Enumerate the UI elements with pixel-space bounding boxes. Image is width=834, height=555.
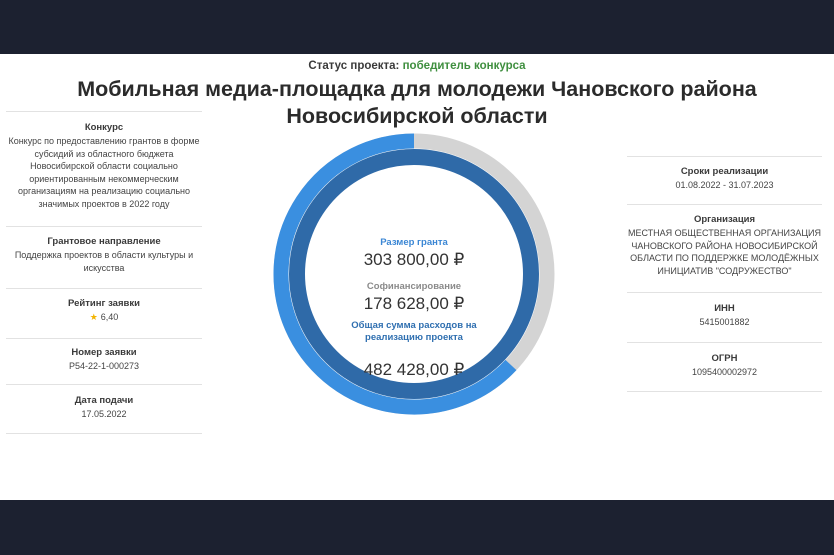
status-label: Статус проекта:: [308, 60, 400, 72]
info-rating: Рейтинг заявки ★ 6,40: [6, 288, 202, 338]
project-status: Статус проекта: победитель конкурса: [0, 60, 834, 72]
info-value: Конкурс по предоставлению грантов в форм…: [8, 136, 200, 209]
cofinancing-label: Софинансирование: [366, 281, 462, 292]
info-label: Организация: [693, 214, 756, 225]
info-label: Дата подачи: [74, 395, 134, 406]
right-info-column: Сроки реализации 01.08.2022 - 31.07.2023…: [627, 156, 822, 392]
info-label: ОГРН: [711, 353, 738, 364]
info-organization: Организация МЕСТНАЯ ОБЩЕСТВЕННАЯ ОРГАНИЗ…: [627, 204, 822, 292]
info-label: Рейтинг заявки: [68, 298, 140, 309]
info-value: 6,40: [100, 312, 119, 322]
total-value: 482 428,00 ₽: [363, 360, 465, 379]
grant-label: Размер гранта: [380, 237, 448, 248]
info-inn: ИНН 5415001882: [627, 292, 822, 342]
info-value: P54-22-1-000273: [68, 361, 140, 371]
info-label: Номер заявки: [71, 347, 137, 358]
info-period: Сроки реализации 01.08.2022 - 31.07.2023: [627, 156, 822, 204]
info-value: 5415001882: [699, 317, 750, 327]
info-contest: Конкурс Конкурс по предоставлению гранто…: [6, 111, 202, 226]
info-value: Поддержка проектов в области культуры и …: [14, 250, 194, 273]
info-label: Грантовое направление: [47, 236, 161, 247]
info-submission-date: Дата подачи 17.05.2022: [6, 384, 202, 434]
info-label: Конкурс: [84, 122, 124, 133]
info-value: 01.08.2022 - 31.07.2023: [675, 180, 774, 190]
grant-value: 303 800,00 ₽: [363, 250, 465, 269]
info-label: Сроки реализации: [680, 166, 769, 177]
status-value: победитель конкурса: [402, 60, 526, 72]
info-value: 1095400002972: [691, 367, 758, 377]
info-value: МЕСТНАЯ ОБЩЕСТВЕННАЯ ОРГАНИЗАЦИЯ ЧАНОВСК…: [627, 228, 822, 276]
info-grant-direction: Грантовое направление Поддержка проектов…: [6, 226, 202, 288]
total-label: Общая сумма расходов на реализацию проек…: [351, 320, 477, 343]
funding-summary: Размер гранта 303 800,00 ₽ Софинансирова…: [334, 180, 494, 380]
info-label: ИНН: [714, 303, 735, 314]
cofinancing-value: 178 628,00 ₽: [363, 294, 465, 313]
info-application-number: Номер заявки P54-22-1-000273: [6, 338, 202, 384]
info-ogrn: ОГРН 1095400002972: [627, 342, 822, 392]
left-info-column: Конкурс Конкурс по предоставлению гранто…: [6, 111, 202, 434]
star-icon: ★: [89, 312, 98, 322]
info-value: 17.05.2022: [81, 409, 127, 419]
